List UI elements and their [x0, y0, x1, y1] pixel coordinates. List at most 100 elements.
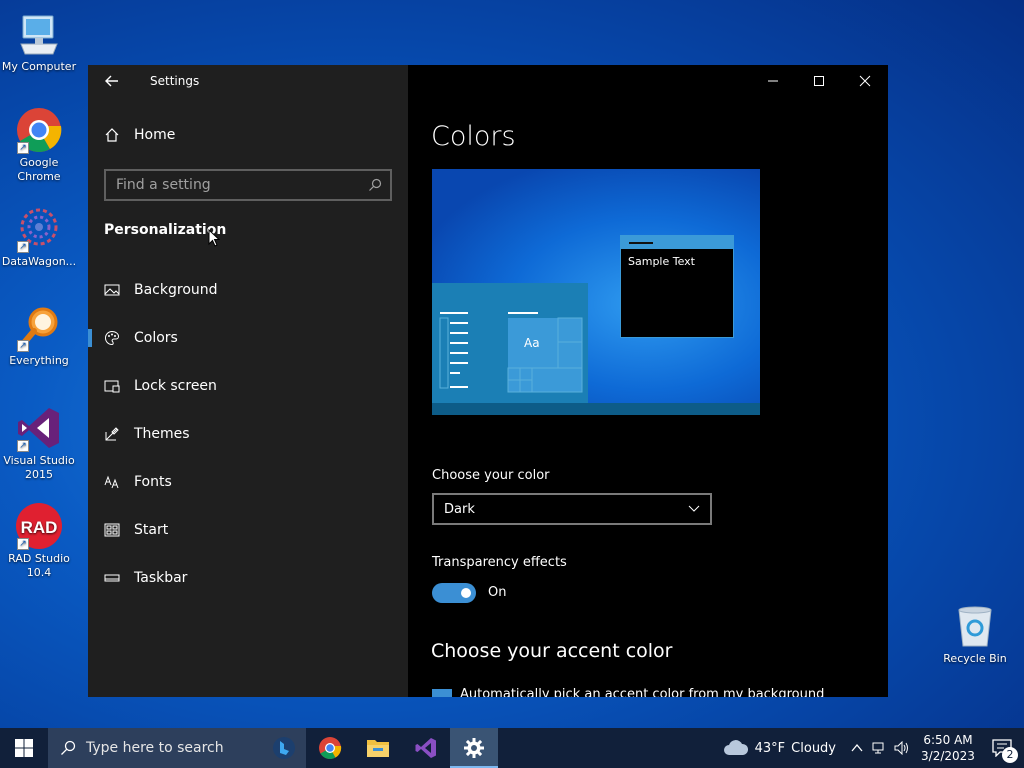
start-button[interactable]	[0, 728, 48, 768]
volume-icon[interactable]	[894, 741, 910, 755]
magnifier-icon: ↗	[15, 304, 63, 352]
preview-window: Sample Text	[620, 235, 734, 338]
home-label: Home	[134, 127, 176, 143]
transparency-state: On	[488, 585, 507, 600]
desktop-icon-everything[interactable]: ↗ Everything	[0, 304, 78, 368]
taskbar-search-box[interactable]: Type here to search	[48, 728, 306, 768]
taskbar: Type here to search 43°F Cloudy 6:50 AM …	[0, 728, 1024, 768]
notification-center-button[interactable]: 2	[980, 728, 1024, 768]
minimize-icon	[768, 80, 778, 82]
preview-tile-text: Aa	[524, 336, 540, 350]
chevron-up-icon[interactable]	[850, 741, 864, 755]
dropdown-value: Dark	[444, 501, 475, 517]
close-button[interactable]	[842, 65, 888, 97]
sidebar-item-themes[interactable]: Themes	[88, 414, 408, 454]
back-button[interactable]	[100, 71, 124, 91]
sidebar-item-label: Background	[134, 282, 218, 298]
taskbar-chrome[interactable]	[306, 728, 354, 768]
desktop-icon-rad-studio[interactable]: RAD ↗ RAD Studio 10.4	[0, 502, 78, 580]
rad-studio-icon: RAD ↗	[15, 502, 63, 550]
find-setting-input[interactable]: Find a setting	[104, 169, 392, 201]
sidebar-item-taskbar[interactable]: Taskbar	[88, 558, 408, 598]
sidebar-item-label: Fonts	[134, 474, 172, 490]
close-icon	[859, 75, 871, 87]
preview-taskbar	[432, 403, 760, 415]
weather-temp: 43°F	[754, 740, 786, 756]
search-highlight-icon[interactable]	[272, 736, 296, 760]
toggle-knob	[461, 588, 471, 598]
sidebar: Settings Home Find a setting Personaliza…	[88, 65, 408, 697]
sidebar-item-lock-screen[interactable]: Lock screen	[88, 366, 408, 406]
page-title: Colors	[431, 121, 516, 152]
desktop-icon-label: Everything	[9, 354, 69, 367]
chevron-down-icon	[688, 505, 700, 512]
clock[interactable]: 6:50 AM 3/2/2023	[916, 732, 980, 764]
desktop-icon-label: My Computer	[1, 60, 77, 73]
sidebar-item-background[interactable]: Background	[88, 270, 408, 310]
desktop-icon-label: RAD Studio 10.4	[8, 552, 70, 579]
cloud-icon	[723, 740, 748, 755]
weather-condition: Cloudy	[791, 740, 836, 756]
system-tray: 43°F Cloudy 6:50 AM 3/2/2023 2	[723, 728, 1024, 768]
desktop-icon-label: Google Chrome	[17, 156, 61, 183]
chrome-icon: ↗	[15, 106, 63, 154]
preview-sample-text: Sample Text	[628, 255, 695, 268]
home-nav-item[interactable]: Home	[104, 127, 175, 143]
chrome-icon	[319, 737, 342, 759]
auto-accent-label: Automatically pick an accent color from …	[460, 687, 825, 697]
desktop-icon-my-computer[interactable]: My Computer	[0, 10, 78, 74]
sidebar-item-fonts[interactable]: Fonts	[88, 462, 408, 502]
search-placeholder: Find a setting	[116, 177, 211, 193]
clock-date: 3/2/2023	[921, 749, 975, 763]
transparency-label: Transparency effects	[432, 555, 567, 570]
settings-window: Settings Home Find a setting Personaliza…	[88, 65, 888, 697]
desktop-icon-visual-studio[interactable]: ↗ Visual Studio 2015	[0, 404, 78, 482]
accent-color-heading: Choose your accent color	[431, 640, 673, 662]
palette-icon	[104, 330, 120, 346]
picture-icon	[104, 282, 120, 298]
sidebar-item-label: Lock screen	[134, 378, 217, 394]
desktop-icon-google-chrome[interactable]: ↗ Google Chrome	[0, 106, 78, 184]
shortcut-arrow-icon: ↗	[17, 538, 29, 550]
shortcut-arrow-icon: ↗	[17, 340, 29, 352]
sidebar-item-label: Themes	[134, 426, 190, 442]
visual-studio-icon	[415, 738, 436, 758]
minimize-button[interactable]	[750, 65, 796, 97]
taskbar-icon	[104, 570, 120, 586]
home-icon	[105, 128, 119, 142]
visual-studio-icon: ↗	[15, 404, 63, 452]
desktop-icon-label: Recycle Bin	[943, 652, 1007, 665]
maximize-button[interactable]	[796, 65, 842, 97]
choose-color-dropdown[interactable]: Dark	[432, 493, 712, 525]
search-icon	[61, 740, 76, 755]
main-pane: Colors Aa Sample Text Choose your color …	[408, 65, 888, 697]
desktop-icon-datawagon[interactable]: ↗ DataWagon...	[0, 205, 78, 269]
taskbar-file-explorer[interactable]	[354, 728, 402, 768]
sidebar-item-label: Colors	[134, 330, 178, 346]
sidebar-item-label: Start	[134, 522, 169, 538]
shortcut-arrow-icon: ↗	[17, 440, 29, 452]
notification-count-badge: 2	[1002, 747, 1018, 763]
transparency-toggle[interactable]	[432, 583, 476, 603]
desktop-icon-label: Visual Studio 2015	[3, 454, 75, 481]
sidebar-item-colors[interactable]: Colors	[88, 318, 408, 358]
desktop-icon-recycle-bin[interactable]: Recycle Bin	[936, 602, 1014, 666]
recycle-bin-icon	[951, 602, 999, 650]
weather-widget[interactable]: 43°F Cloudy	[723, 739, 836, 757]
back-arrow-icon	[105, 75, 118, 87]
taskbar-search-placeholder: Type here to search	[86, 740, 224, 756]
brush-icon	[104, 426, 120, 442]
maximize-icon	[814, 76, 824, 86]
choose-color-label: Choose your color	[432, 468, 550, 483]
sidebar-item-start[interactable]: Start	[88, 510, 408, 550]
font-icon	[104, 474, 120, 490]
auto-accent-checkbox[interactable]	[432, 689, 452, 697]
network-icon[interactable]	[872, 741, 888, 755]
windows-logo-icon	[15, 739, 33, 757]
folder-icon	[367, 740, 389, 757]
lock-screen-icon	[104, 378, 120, 394]
taskbar-settings[interactable]	[450, 728, 498, 768]
taskbar-visual-studio[interactable]	[402, 728, 450, 768]
desktop-icon-label: DataWagon...	[1, 255, 77, 268]
sidebar-item-label: Taskbar	[134, 570, 188, 586]
